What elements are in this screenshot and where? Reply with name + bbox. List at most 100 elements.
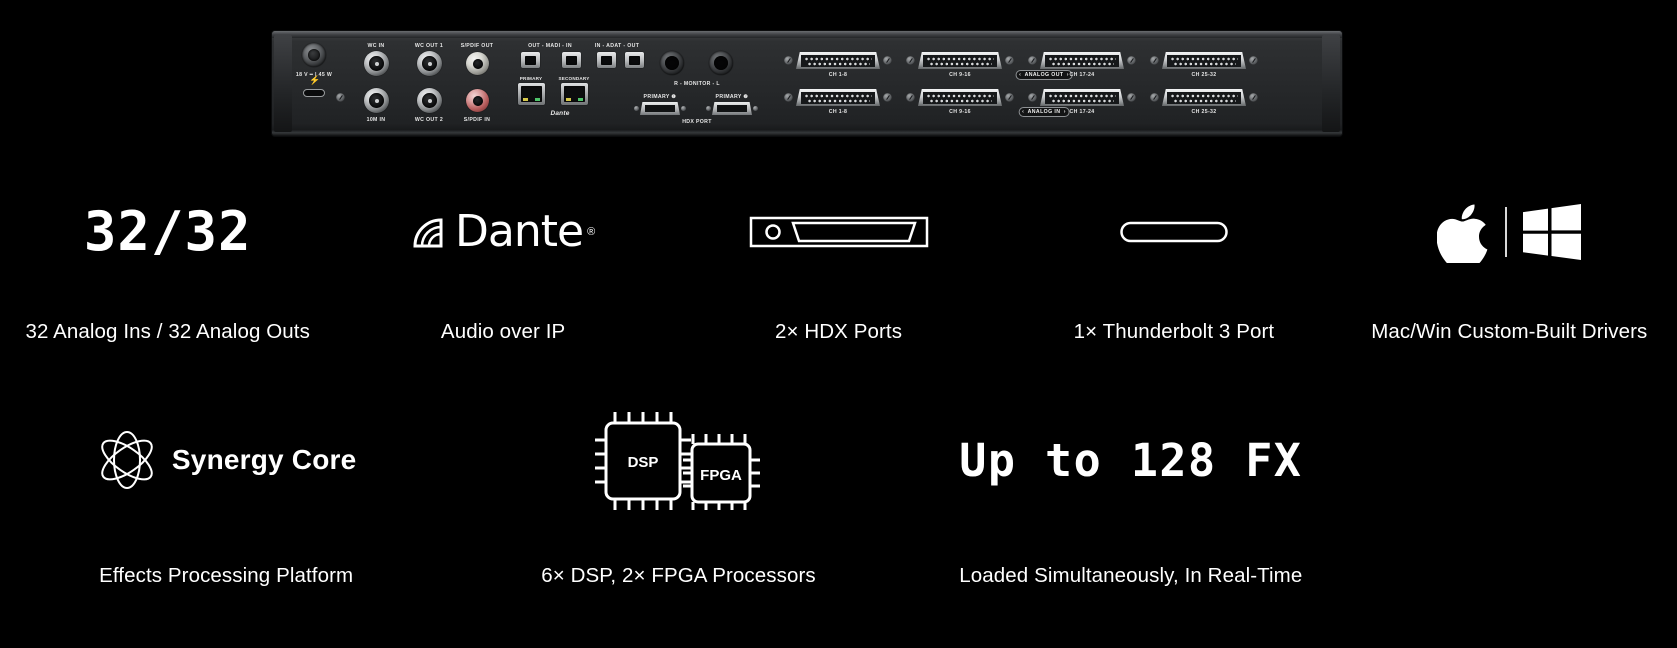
db25-screw [1028,56,1037,65]
trs-monitor-right [660,51,684,75]
madi-label: OUT - MADI - IN [528,43,572,49]
power-inlet-icon [302,43,326,67]
analog-in-badge: ANALOG IN [1018,107,1070,117]
hdx-connector-glyph-icon [749,216,928,248]
dante-arc-mark-icon [413,218,443,248]
feature-synergy-core: Synergy Core Effects Processing Platform [0,414,452,594]
dante-panel-mark: Dante [550,110,570,117]
hdx-primary-2-label: PRIMARY ❷ [715,94,749,100]
db25-screw [1005,56,1014,65]
rca-spdif-out [466,52,489,75]
optical-adat-in [597,52,616,68]
dante-registered-mark: ® [587,226,596,238]
wc-out-1-label: WC OUT 1 [414,43,444,49]
dsp-fpga-chips-icon: DSP FPGA [452,412,904,510]
monitor-label: R - MONITOR - L [674,81,720,87]
db25-screw [883,56,892,65]
hdx-port-label: HDX PORT [682,119,712,125]
db25-screw [1028,93,1037,102]
db25-screw [1005,93,1014,102]
apple-windows-logos-icon [1342,186,1677,278]
chassis-screw [336,93,345,102]
feature-audio-over-ip-caption: Audio over IP [440,320,566,343]
feature-dsp-fpga: DSP FPGA 6× DSP, 2× FPGA Processors [452,412,904,594]
processor-chips-glyph-icon: DSP FPGA [595,412,761,510]
bnc-wc-out-1 [417,51,442,76]
bnc-wc-in [364,51,389,76]
bnc-10m-in [364,88,389,113]
db25-screw [1249,93,1258,102]
db25-out-ch1-8-label: CH 1-8 [828,72,848,78]
rack-bottom-trim [272,130,1342,136]
db25-screw [1127,56,1136,65]
hdx-connector-2 [712,102,752,115]
hdx-connector-2-screw-left [706,106,711,111]
spdif-out-label: S/PDIF OUT [460,43,494,49]
hdx-connector-1-screw-left [634,106,639,111]
db25-screw [1150,56,1159,65]
feature-synergy-core-caption: Effects Processing Platform [99,564,354,587]
hdx-connector-1-screw-right [681,106,686,111]
feature-audio-over-ip: Dante ® Audio over IP [335,186,670,346]
feature-fx-count-caption: Loaded Simultaneously, In Real-Time [959,564,1303,587]
trs-monitor-left [709,51,733,75]
db25-screw [784,93,793,102]
hdx-primary-1-label: PRIMARY ❶ [643,94,677,100]
os-divider [1505,207,1508,257]
rca-spdif-in [466,89,489,112]
db25-in-ch25-32-label: CH 25-32 [1191,109,1217,115]
rack-ear-left [274,35,292,132]
db25-out-ch25-32-label: CH 25-32 [1191,72,1217,78]
feature-hdx-ports-caption: 2× HDX Ports [774,320,903,343]
db25-analog-out-ch9-16 [918,52,1002,69]
db25-out-ch17-24-label: CH 17-24 [1069,72,1095,78]
db25-out-ch9-16-label: CH 9-16 [949,72,971,78]
ten-m-in-label: 10M IN [366,117,386,123]
rack-unit-body: 18 V ━ | 45 W ⚡ WC IN 10M IN WC OUT 1 WC… [272,31,1342,136]
db25-analog-in-ch9-16 [918,89,1002,106]
adat-label: IN - ADAT - OUT [594,43,640,49]
feature-hdx-ports: 2× HDX Ports [671,186,1006,346]
db25-screw [1150,93,1159,102]
fpga-chip-label: FPGA [701,467,743,484]
bnc-wc-out-2 [417,88,442,113]
optical-madi-out [521,52,540,68]
dante-logo-icon: Dante ® [335,186,670,278]
spdif-in-label: S/PDIF IN [463,117,491,123]
ethernet-primary-port [518,83,545,105]
feature-dsp-fpga-caption: 6× DSP, 2× FPGA Processors [541,564,816,587]
db25-analog-in-ch25-32 [1162,89,1246,106]
db25-analog-out-ch25-32 [1162,52,1246,69]
windows-logo-icon [1523,204,1582,260]
feature-thunderbolt: 1× Thunderbolt 3 Port [1006,186,1341,346]
hdx-connector-1 [640,102,680,115]
rack-top-trim [272,31,1342,38]
numeric-3232-icon: 32/32 [0,186,335,278]
apple-logo-icon [1437,204,1488,263]
wc-out-2-label: WC OUT 2 [414,117,444,123]
up-to-128-fx-text: Up to 128 FX [959,433,1303,487]
feature-fx-count: Up to 128 FX Loaded Simultaneously, In R… [905,414,1357,594]
ethernet-secondary-port [561,83,588,105]
db25-in-ch9-16-label: CH 9-16 [949,109,971,115]
feature-drivers-caption: Mac/Win Custom-Built Drivers [1371,320,1648,343]
feature-drivers: Mac/Win Custom-Built Drivers [1342,186,1677,346]
db25-analog-out-ch1-8 [796,52,880,69]
db25-screw [906,93,915,102]
feature-row-1: 32/32 32 Analog Ins / 32 Analog Outs Dan… [0,186,1677,346]
db25-screw [784,56,793,65]
feature-row-2: Synergy Core Effects Processing Platform [0,412,1677,594]
db25-screw [883,93,892,102]
db25-analog-in-ch1-8 [796,89,880,106]
feature-thunderbolt-caption: 1× Thunderbolt 3 Port [1073,320,1275,343]
thunderbolt-bolt-icon: ⚡ [309,75,321,85]
db25-screw [1127,93,1136,102]
synergy-core-atom-icon [101,431,153,489]
synergy-core-logo-icon: Synergy Core [0,414,452,506]
optical-adat-out [625,52,644,68]
rack-ear-right [1322,35,1340,132]
usb-c-port-glyph-icon [1120,221,1228,243]
db25-analog-in-ch17-24 [1040,89,1124,106]
db25-screw [906,56,915,65]
wc-in-label: WC IN [367,43,385,49]
